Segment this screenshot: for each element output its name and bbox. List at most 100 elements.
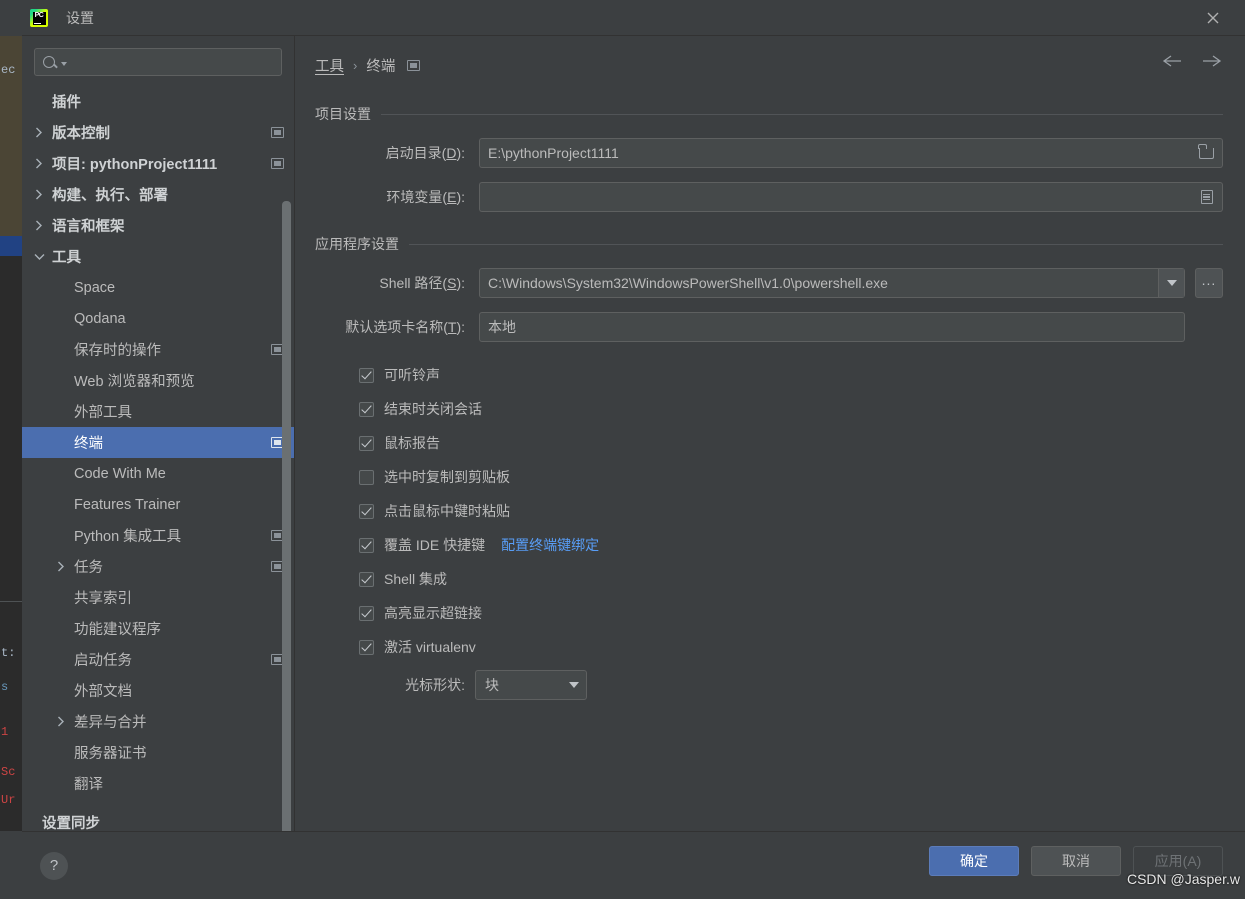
cursor-shape-label: 光标形状: — [405, 677, 465, 693]
breadcrumb-current: 终端 — [366, 58, 396, 75]
arrow-right-icon[interactable] — [1201, 50, 1223, 72]
checkbox-label-6: Shell 集成 — [384, 571, 448, 587]
sidebar-item-label: 共享索引 — [74, 591, 132, 607]
shell-path-label: Shell 路径(S): — [379, 275, 465, 291]
start-directory-row: 启动目录(D): — [315, 138, 1223, 168]
shell-path-browse-button[interactable]: ... — [1195, 268, 1223, 298]
sidebar-item-label: 差异与合并 — [74, 715, 147, 731]
sidebar-item-label: 插件 — [52, 95, 81, 111]
sidebar-item-5[interactable]: 工具 — [22, 241, 294, 272]
sidebar-item-16[interactable]: 共享索引 — [22, 582, 294, 613]
chevron-right-icon[interactable] — [54, 716, 68, 727]
shell-path-combo[interactable]: C:\Windows\System32\WindowsPowerShell\v1… — [479, 268, 1185, 298]
ok-button[interactable]: 确定 — [929, 846, 1019, 876]
sidebar-item-label: 项目: pythonProject1111 — [52, 157, 218, 173]
search-icon — [43, 56, 55, 68]
search-input[interactable] — [67, 53, 281, 71]
sidebar-item-18[interactable]: 启动任务 — [22, 644, 294, 675]
breadcrumb-separator: › — [353, 57, 358, 73]
sidebar-item-19[interactable]: 外部文档 — [22, 675, 294, 706]
project-scope-icon — [271, 158, 284, 169]
sidebar-item-10[interactable]: 外部工具 — [22, 396, 294, 427]
shell-path-row: Shell 路径(S): C:\Windows\System32\Windows… — [315, 268, 1223, 298]
background-text-fragment-3: 1 — [1, 725, 9, 739]
checkbox-label-8: 激活 virtualenv — [384, 639, 476, 655]
sidebar-item-11[interactable]: 终端 — [22, 427, 294, 458]
close-icon[interactable] — [1193, 0, 1233, 36]
sidebar-item-8[interactable]: 保存时的操作 — [22, 334, 294, 365]
env-variables-row: 环境变量(E): — [315, 182, 1223, 212]
background-text-fragment-5: Ur — [1, 793, 16, 807]
tab-name-input[interactable] — [479, 312, 1185, 342]
sidebar-item-21[interactable]: 服务器证书 — [22, 737, 294, 768]
sidebar-item-14[interactable]: Python 集成工具 — [22, 520, 294, 551]
checkbox-7[interactable] — [359, 605, 374, 621]
env-variables-label: 环境变量(E): — [386, 189, 465, 205]
checkbox-label-4: 点击鼠标中键时粘贴 — [384, 503, 510, 519]
checkbox-5[interactable] — [359, 537, 374, 553]
sidebar-item-label: 服务器证书 — [74, 746, 147, 762]
group-divider — [409, 243, 1223, 245]
cancel-button[interactable]: 取消 — [1031, 846, 1121, 876]
sidebar-item-6[interactable]: Space — [22, 272, 294, 303]
sidebar-item-settings-sync[interactable]: 设置同步 — [22, 813, 294, 832]
folder-icon[interactable] — [1191, 138, 1223, 168]
search-box[interactable] — [34, 48, 282, 76]
chevron-right-icon[interactable] — [32, 158, 46, 169]
configure-terminal-keybindings-link[interactable]: 配置终端键绑定 — [501, 535, 599, 555]
help-button[interactable]: ? — [40, 851, 68, 880]
sidebar-item-17[interactable]: 功能建议程序 — [22, 613, 294, 644]
chevron-down-icon[interactable] — [562, 682, 586, 688]
checkbox-6[interactable] — [359, 571, 374, 587]
chevron-right-icon[interactable] — [32, 189, 46, 200]
chevron-down-icon[interactable] — [32, 253, 46, 261]
sidebar-item-0[interactable]: 插件 — [22, 86, 294, 117]
project-scope-icon — [271, 127, 284, 138]
checkbox-3[interactable] — [359, 469, 374, 485]
terminal-options-checkbox-list: 可听铃声 结束时关闭会话 鼠标报告 选中时复制到剪贴板 点击鼠标中键时粘贴 覆盖 IDE … — [315, 358, 1223, 664]
shell-path-combo-wrap: C:\Windows\System32\WindowsPowerShell\v1… — [479, 268, 1223, 298]
background-text-fragment-0: ec — [1, 63, 16, 77]
chevron-right-icon[interactable] — [32, 127, 46, 138]
checkbox-row-2: 鼠标报告 — [315, 426, 1223, 460]
checkbox-label-2: 鼠标报告 — [384, 435, 440, 451]
sidebar-item-label: Web 浏览器和预览 — [74, 374, 195, 390]
sidebar-item-label: 外部工具 — [74, 405, 132, 421]
chevron-right-icon[interactable] — [54, 561, 68, 572]
document-icon[interactable] — [1191, 182, 1223, 212]
sidebar-item-3[interactable]: 构建、执行、部署 — [22, 179, 294, 210]
env-variables-input[interactable] — [479, 182, 1191, 212]
checkbox-8[interactable] — [359, 639, 374, 655]
background-text-fragment-4: Sc — [1, 765, 16, 779]
arrow-left-icon[interactable] — [1161, 50, 1183, 72]
breadcrumb-root[interactable]: 工具 — [315, 55, 344, 76]
app-settings-header: 应用程序设置 — [315, 234, 1223, 254]
sidebar-item-label: 启动任务 — [74, 653, 132, 669]
sidebar-item-20[interactable]: 差异与合并 — [22, 706, 294, 737]
checkbox-label-7: 高亮显示超链接 — [384, 605, 482, 621]
sidebar-item-22[interactable]: 翻译 — [22, 768, 294, 799]
dialog-title: 设置 — [66, 10, 94, 26]
checkbox-row-1: 结束时关闭会话 — [315, 392, 1223, 426]
sidebar-item-2[interactable]: 项目: pythonProject1111 — [22, 148, 294, 179]
sidebar-scrollbar[interactable] — [282, 201, 291, 836]
checkbox-1[interactable] — [359, 401, 374, 417]
group-title: 项目设置 — [315, 106, 371, 122]
sidebar-item-4[interactable]: 语言和框架 — [22, 210, 294, 241]
checkbox-0[interactable] — [359, 367, 374, 383]
sidebar-item-7[interactable]: Qodana — [22, 303, 294, 334]
sidebar-item-9[interactable]: Web 浏览器和预览 — [22, 365, 294, 396]
sidebar-item-13[interactable]: Features Trainer — [22, 489, 294, 520]
start-directory-input[interactable] — [479, 138, 1191, 168]
checkbox-row-0: 可听铃声 — [315, 358, 1223, 392]
background-text-fragment-1: t: — [1, 646, 16, 660]
chevron-down-icon[interactable] — [1158, 269, 1184, 297]
shell-path-value: C:\Windows\System32\WindowsPowerShell\v1… — [488, 275, 888, 291]
checkbox-2[interactable] — [359, 435, 374, 451]
chevron-right-icon[interactable] — [32, 220, 46, 231]
cursor-shape-combo[interactable]: 块 — [475, 670, 587, 700]
sidebar-item-12[interactable]: Code With Me — [22, 458, 294, 489]
sidebar-item-1[interactable]: 版本控制 — [22, 117, 294, 148]
sidebar-item-15[interactable]: 任务 — [22, 551, 294, 582]
checkbox-4[interactable] — [359, 503, 374, 519]
